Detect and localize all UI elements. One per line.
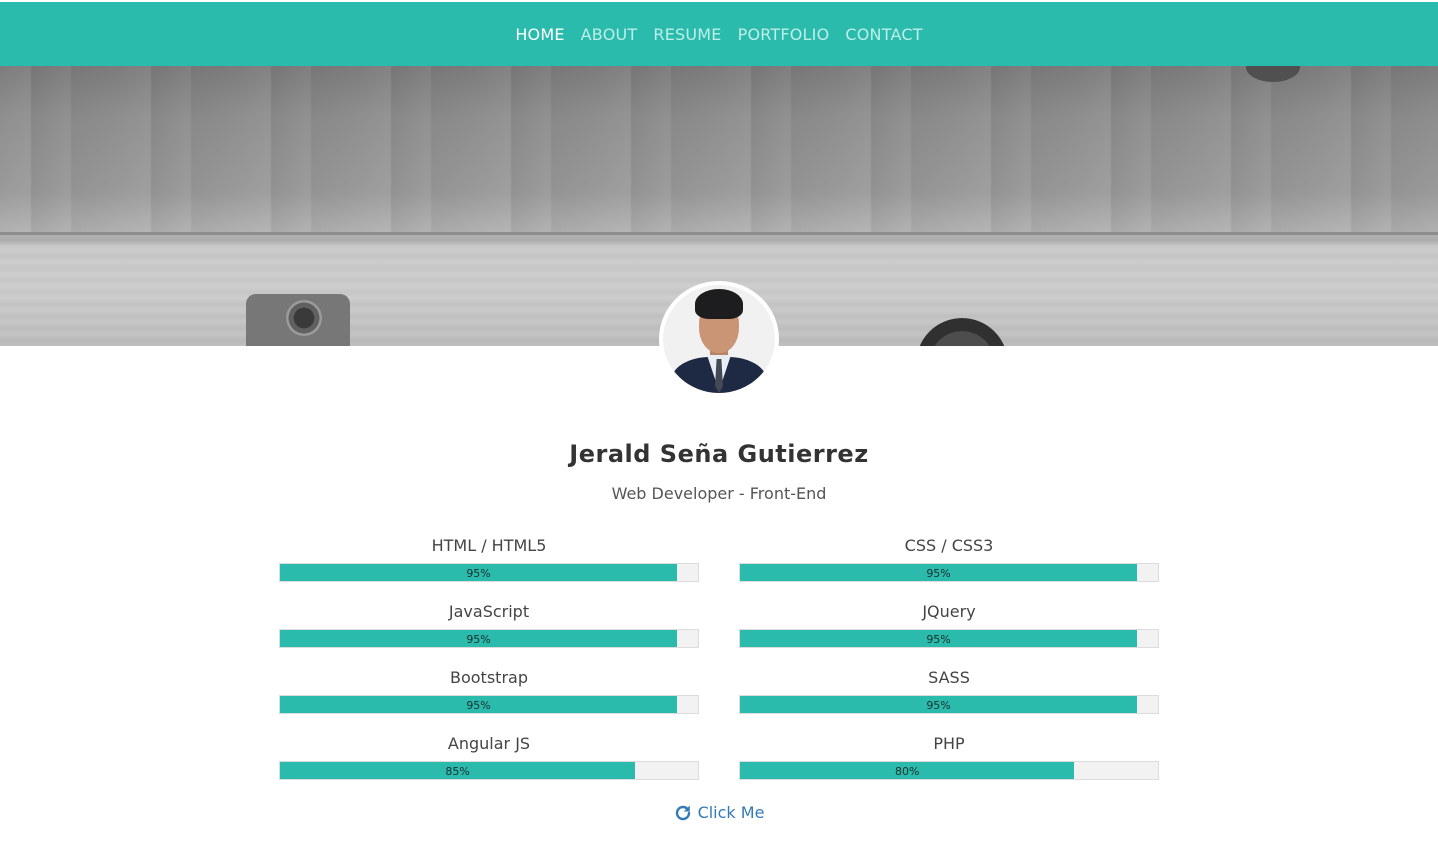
skill-percent: 95% [926, 633, 951, 646]
skill-percent: 95% [926, 567, 951, 580]
skill-progress-bar: 95% [740, 696, 1138, 713]
skill-label: SASS [928, 668, 970, 687]
skill-percent: 95% [466, 699, 491, 712]
profile-role: Web Developer - Front-End [611, 484, 827, 503]
skill-javascript: JavaScript 95% [279, 601, 699, 648]
skill-html: HTML / HTML5 95% [279, 535, 699, 582]
hero-wood-planks [0, 66, 1438, 234]
skill-progress-bar: 95% [280, 696, 678, 713]
skill-label: Bootstrap [450, 668, 528, 687]
skill-label: HTML / HTML5 [431, 536, 547, 555]
skill-bootstrap: Bootstrap 95% [279, 667, 699, 714]
skill-percent: 95% [466, 567, 491, 580]
skill-progress: 80% [739, 761, 1159, 780]
nav-link-resume[interactable]: RESUME [653, 25, 721, 44]
skill-percent: 80% [894, 765, 920, 778]
skill-label: CSS / CSS3 [904, 536, 994, 555]
nav-list: HOME ABOUT RESUME PORTFOLIO CONTACT [515, 25, 922, 44]
skill-progress: 95% [739, 695, 1159, 714]
skill-percent: 95% [466, 633, 491, 646]
refresh-icon [674, 804, 692, 822]
skill-progress: 95% [279, 563, 699, 582]
skill-php: PHP 80% [739, 733, 1159, 780]
cta-container: Click Me [0, 803, 1438, 822]
skill-progress-bar: 95% [280, 630, 678, 647]
skill-jquery: JQuery 95% [739, 601, 1159, 648]
skill-sass: SASS 95% [739, 667, 1159, 714]
profile-avatar [659, 281, 779, 397]
skill-progress: 85% [279, 761, 699, 780]
skill-label: Angular JS [447, 734, 531, 753]
skill-progress: 95% [739, 563, 1159, 582]
skill-progress-bar: 95% [740, 564, 1138, 581]
skill-percent: 85% [445, 765, 470, 778]
nav-item-resume: RESUME [653, 25, 721, 44]
skill-progress: 95% [739, 629, 1159, 648]
nav-item-about: ABOUT [581, 25, 638, 44]
hero-camera-lens [286, 300, 322, 336]
nav-link-contact[interactable]: CONTACT [845, 25, 922, 44]
avatar-photo [663, 285, 775, 393]
skill-progress-bar: 80% [740, 762, 1075, 779]
skill-progress-bar: 95% [740, 630, 1138, 647]
skill-angularjs: Angular JS 85% [279, 733, 699, 780]
nav-link-portfolio[interactable]: PORTFOLIO [738, 25, 830, 44]
skills-grid: HTML / HTML5 95% CSS / CSS3 95% JavaScri… [279, 535, 1159, 780]
skill-css: CSS / CSS3 95% [739, 535, 1159, 582]
skill-progress: 95% [279, 695, 699, 714]
click-me-button[interactable]: Click Me [674, 803, 765, 822]
click-me-label: Click Me [697, 803, 765, 822]
skill-percent: 95% [926, 699, 951, 712]
profile-name: Jerald Seña Gutierrez [569, 440, 869, 468]
top-navbar: HOME ABOUT RESUME PORTFOLIO CONTACT [0, 2, 1438, 66]
nav-item-portfolio: PORTFOLIO [738, 25, 830, 44]
nav-item-home: HOME [515, 25, 564, 44]
nav-link-home[interactable]: HOME [515, 25, 564, 44]
skill-progress-bar: 85% [280, 762, 636, 779]
skill-label: JavaScript [448, 602, 530, 621]
avatar-hair [695, 289, 743, 319]
nav-link-about[interactable]: ABOUT [581, 25, 638, 44]
skill-progress: 95% [279, 629, 699, 648]
skill-progress-bar: 95% [280, 564, 678, 581]
skill-label: PHP [933, 734, 965, 753]
skill-label: JQuery [922, 602, 976, 621]
nav-item-contact: CONTACT [845, 25, 922, 44]
